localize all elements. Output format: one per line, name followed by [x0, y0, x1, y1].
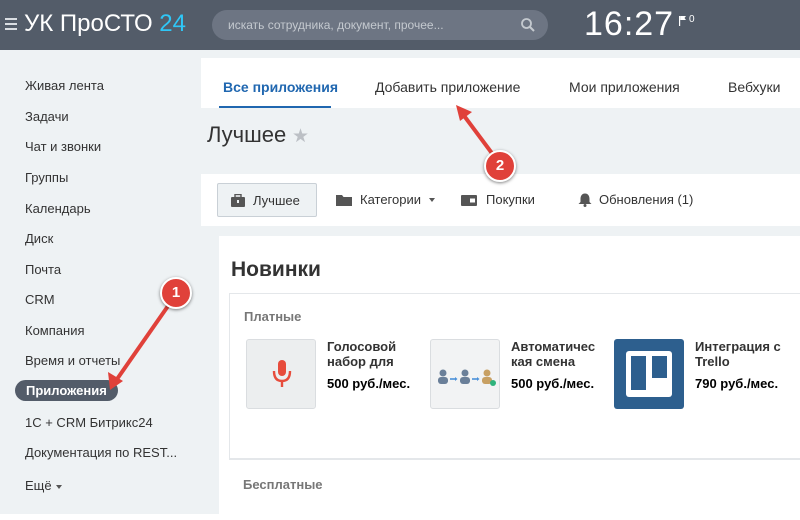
chevron-down-icon [429, 198, 435, 202]
sidebar-item-1c-crm[interactable]: 1С + CRM Битрикс24 [25, 415, 153, 430]
categories-label: Категории [360, 192, 421, 207]
portal-logo[interactable]: УК ПроСТО 24 [24, 10, 186, 38]
app-price: 790 руб./мес. [695, 376, 779, 391]
search-placeholder: искать сотрудника, документ, прочее... [228, 18, 444, 32]
paid-title: Платные [244, 309, 302, 324]
app-price: 500 руб./мес. [511, 376, 595, 391]
work-area: Все приложения Добавить приложение Мои п… [201, 50, 800, 514]
updates-label: Обновления (1) [599, 192, 694, 207]
sidebar-item-rest-docs[interactable]: Документация по REST... [25, 445, 177, 460]
sidebar-item-live-feed[interactable]: Живая лента [25, 78, 104, 93]
categories-button[interactable]: Категории [336, 183, 446, 217]
sidebar-item-tasks[interactable]: Задачи [25, 109, 69, 124]
tab-all-apps[interactable]: Все приложения [223, 79, 338, 95]
sidebar-item-crm[interactable]: CRM [25, 292, 55, 307]
callout-badge-1: 1 [160, 277, 192, 309]
sidebar-item-groups[interactable]: Группы [25, 170, 68, 185]
free-title: Бесплатные [243, 477, 323, 492]
top-bar: УК ПроСТО 24 искать сотрудника, документ… [0, 0, 800, 50]
briefcase-icon [231, 194, 245, 207]
tab-add-app[interactable]: Добавить приложение [375, 79, 520, 95]
updates-button[interactable]: Обновления (1) [577, 183, 697, 217]
flag-counter: 0 [689, 14, 695, 25]
apps-panel: Новинки Платные Голосовой набор для 500 р… [219, 236, 800, 514]
menu-icon[interactable] [5, 18, 17, 30]
app-name[interactable]: Интеграция с Trello [695, 339, 785, 369]
sidebar-item-applications[interactable]: Приложения [15, 380, 118, 401]
microphone-icon[interactable] [246, 339, 316, 409]
app-tabs: Все приложения Добавить приложение Мои п… [201, 58, 800, 108]
sidebar-item-disk[interactable]: Диск [25, 231, 53, 246]
free-apps-box: Бесплатные [229, 459, 800, 520]
trello-icon[interactable] [614, 339, 684, 409]
tab-my-apps[interactable]: Мои приложения [569, 79, 680, 95]
sidebar-item-calendar[interactable]: Календарь [25, 201, 91, 216]
search-input[interactable]: искать сотрудника, документ, прочее... [212, 10, 548, 40]
page-title: Лучшее [207, 122, 287, 147]
app-name[interactable]: Автоматичес кая смена [511, 339, 601, 369]
sidebar-item-time-reports[interactable]: Время и отчеты [25, 353, 120, 368]
chevron-down-icon [55, 484, 62, 489]
bell-icon [578, 193, 592, 207]
best-button[interactable]: Лучшее [217, 183, 317, 217]
folder-icon [336, 195, 352, 206]
best-label: Лучшее [253, 193, 300, 208]
purchases-label: Покупки [486, 192, 535, 207]
user-swap-icon[interactable] [430, 339, 500, 409]
clock[interactable]: 16:27 [584, 4, 674, 44]
flag-icon[interactable] [679, 16, 687, 26]
app-name[interactable]: Голосовой набор для [327, 339, 417, 369]
app-price: 500 руб./мес. [327, 376, 411, 391]
star-icon[interactable]: ★ [292, 127, 309, 146]
sidebar-item-company[interactable]: Компания [25, 323, 85, 338]
search-icon[interactable] [520, 17, 536, 33]
purchases-button[interactable]: Покупки [461, 183, 551, 217]
callout-badge-2: 2 [484, 150, 516, 182]
wallet-icon [461, 195, 477, 206]
sidebar-item-mail[interactable]: Почта [25, 262, 61, 277]
section-title-new: Новинки [231, 258, 321, 281]
paid-apps-box: Платные Голосовой набор для 500 руб./мес.… [229, 293, 800, 459]
sidebar-item-more[interactable]: Ещё [25, 478, 62, 493]
active-tab-indicator [219, 106, 331, 108]
sidebar-item-chat[interactable]: Чат и звонки [25, 139, 101, 154]
tab-webhooks[interactable]: Вебхуки [728, 79, 780, 95]
